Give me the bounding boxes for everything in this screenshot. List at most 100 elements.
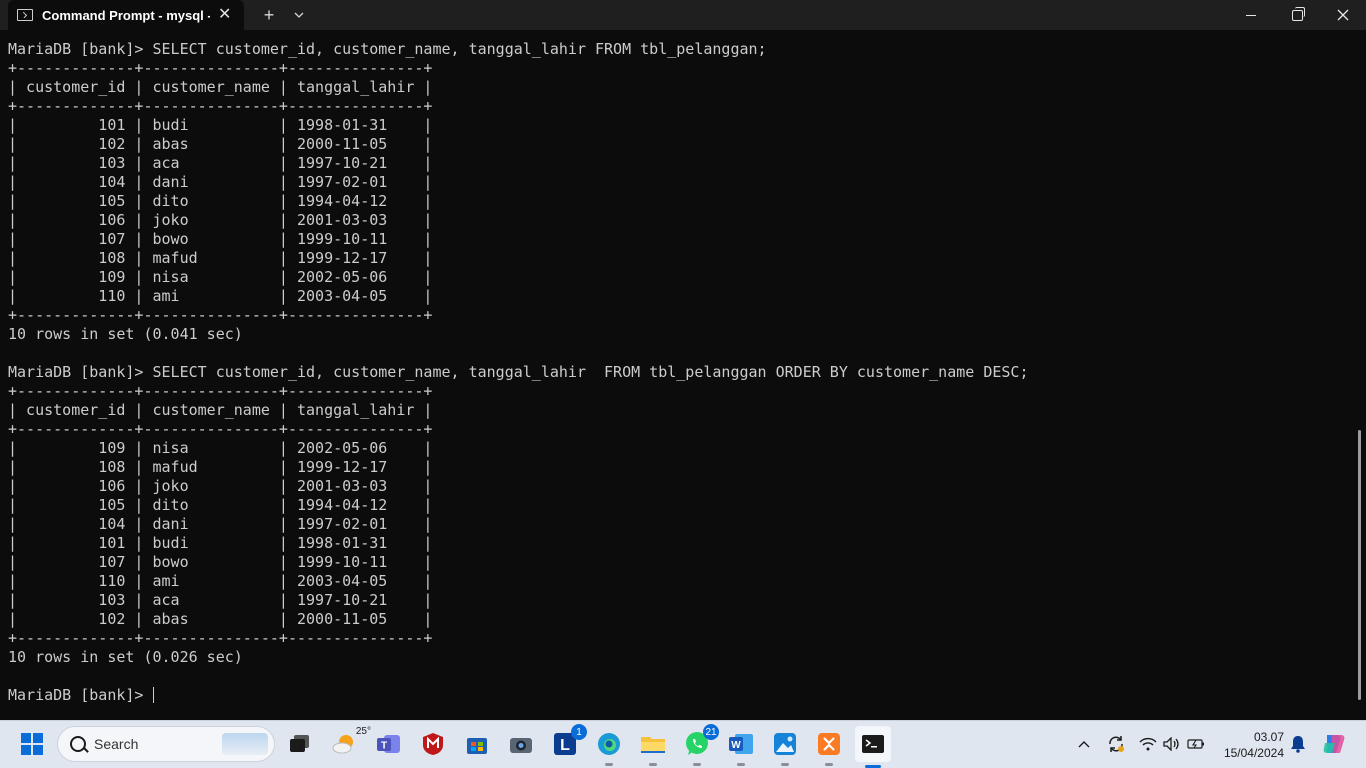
bell-icon: [1291, 736, 1305, 753]
edge-browser-app[interactable]: [593, 728, 625, 766]
terminal-line: | 105 | dito | 1994-04-12 |: [8, 496, 433, 514]
running-indicator: [649, 763, 657, 766]
search-icon: [70, 736, 86, 752]
restore-icon: [1291, 6, 1305, 21]
scrollbar[interactable]: [1358, 430, 1361, 700]
search-label: Search: [94, 736, 139, 752]
terminal-line: | 101 | budi | 1998-01-31 |: [8, 534, 433, 552]
terminal-line: +-------------+---------------+---------…: [8, 97, 433, 115]
chevron-up-icon: [1078, 741, 1090, 748]
chevron-down-icon: [294, 12, 304, 18]
xampp-app[interactable]: [813, 728, 845, 766]
battery-icon: [1187, 739, 1204, 749]
microsoft-store-app[interactable]: [461, 728, 493, 760]
xampp-icon: [818, 733, 840, 755]
terminal-line: +-------------+---------------+---------…: [8, 420, 433, 438]
terminal-line: | customer_id | customer_name | tanggal_…: [8, 401, 433, 419]
terminal-app[interactable]: [855, 726, 891, 768]
weather-widget[interactable]: 25°: [329, 726, 371, 760]
running-indicator: [825, 763, 833, 766]
svg-text:T: T: [381, 741, 387, 752]
clock-time: 03.07: [1253, 730, 1284, 744]
tab-close-icon[interactable]: ✕: [218, 7, 231, 23]
terminal-line: | 108 | mafud | 1999-12-17 |: [8, 249, 433, 267]
new-tab-button[interactable]: +: [254, 0, 284, 30]
camera-app[interactable]: [505, 728, 537, 760]
terminal-line: | 107 | bowo | 1999-10-11 |: [8, 230, 433, 248]
whatsapp-badge: 21: [703, 724, 719, 740]
mcafee-shield-icon: [423, 733, 443, 755]
tab-title: Command Prompt - mysql -u: [42, 7, 210, 23]
terminal-line: MariaDB [bank]> SELECT customer_id, cust…: [8, 40, 767, 58]
restore-button[interactable]: [1274, 0, 1320, 30]
tab-command-prompt[interactable]: Command Prompt - mysql -u ✕: [8, 0, 244, 30]
folder-icon: [641, 737, 665, 753]
terminal-output[interactable]: MariaDB [bank]> SELECT customer_id, cust…: [8, 40, 1348, 716]
clock[interactable]: 03.07 15/04/2024: [1222, 729, 1284, 761]
terminal-line: +-------------+---------------+---------…: [8, 59, 433, 77]
svg-text:L: L: [560, 737, 570, 754]
terminal-line: 10 rows in set (0.041 sec): [8, 325, 243, 343]
terminal-line: | 104 | dani | 1997-02-01 |: [8, 173, 433, 191]
running-indicator: [781, 763, 789, 766]
start-button[interactable]: [16, 728, 48, 760]
sync-status[interactable]: [1100, 728, 1132, 760]
task-view-button[interactable]: [284, 728, 316, 760]
terminal-line: | 108 | mafud | 1999-12-17 |: [8, 458, 433, 476]
terminal-app-icon: [862, 735, 884, 753]
terminal-line: | 105 | dito | 1994-04-12 |: [8, 192, 433, 210]
terminal-line: | 110 | ami | 2003-04-05 |: [8, 287, 433, 305]
terminal-line: | 101 | budi | 1998-01-31 |: [8, 116, 433, 134]
terminal-line: | 106 | joko | 2001-03-03 |: [8, 211, 433, 229]
close-icon: [1337, 9, 1349, 21]
mcafee-app[interactable]: [417, 728, 449, 760]
edge-icon: [598, 733, 620, 755]
file-explorer-app[interactable]: [637, 728, 669, 766]
minimize-icon: [1246, 14, 1256, 16]
taskbar-search[interactable]: Search: [57, 726, 275, 762]
photos-app[interactable]: [769, 728, 801, 766]
word-app[interactable]: W: [725, 728, 757, 766]
running-indicator: [737, 763, 745, 766]
terminal-icon: [17, 9, 33, 21]
l-app-badge: 1: [571, 724, 587, 740]
terminal-line: | 110 | ami | 2003-04-05 |: [8, 572, 433, 590]
tab-dropdown-button[interactable]: [284, 0, 314, 30]
terminal-line: MariaDB [bank]> SELECT customer_id, cust…: [8, 363, 1029, 381]
wifi-icon: [1139, 737, 1157, 751]
terminal-line: | customer_id | customer_name | tanggal_…: [8, 78, 433, 96]
terminal-line: | 104 | dani | 1997-02-01 |: [8, 515, 433, 533]
teams-app[interactable]: T: [373, 728, 405, 760]
whatsapp-app[interactable]: 21: [681, 724, 719, 766]
terminal-prompt: MariaDB [bank]>: [8, 686, 153, 704]
copilot-button[interactable]: [1318, 728, 1350, 760]
terminal-line: | 109 | nisa | 2002-05-06 |: [8, 439, 433, 457]
windows-logo-icon: [21, 733, 43, 755]
teams-icon: T: [377, 735, 400, 753]
terminal-prompt-line: MariaDB [bank]>: [8, 686, 1348, 705]
running-indicator: [605, 763, 613, 766]
title-bar: Command Prompt - mysql -u ✕ +: [0, 0, 1366, 30]
l-app[interactable]: L 1: [549, 724, 587, 760]
photos-icon: [774, 733, 796, 755]
terminal-line: | 102 | abas | 2000-11-05 |: [8, 610, 433, 628]
camera-icon: [510, 738, 532, 753]
weather-icon: [332, 735, 353, 754]
terminal-line: +-------------+---------------+---------…: [8, 382, 433, 400]
show-hidden-icons-button[interactable]: [1068, 728, 1100, 760]
terminal-line: | 103 | aca | 1997-10-21 |: [8, 591, 433, 609]
terminal-line: +-------------+---------------+---------…: [8, 306, 433, 324]
terminal-line: | 102 | abas | 2000-11-05 |: [8, 135, 433, 153]
weather-temperature: 25°: [355, 726, 371, 737]
terminal-line: | 103 | aca | 1997-10-21 |: [8, 154, 433, 172]
battery-status[interactable]: [1180, 728, 1212, 760]
notifications-button[interactable]: [1282, 728, 1314, 760]
task-view-icon: [290, 735, 309, 752]
terminal-line: | 106 | joko | 2001-03-03 |: [8, 477, 433, 495]
search-highlight-image: [222, 733, 268, 755]
close-window-button[interactable]: [1320, 0, 1366, 30]
minimize-button[interactable]: [1228, 0, 1274, 30]
terminal-window: Command Prompt - mysql -u ✕ + MariaDB [b…: [0, 0, 1366, 720]
